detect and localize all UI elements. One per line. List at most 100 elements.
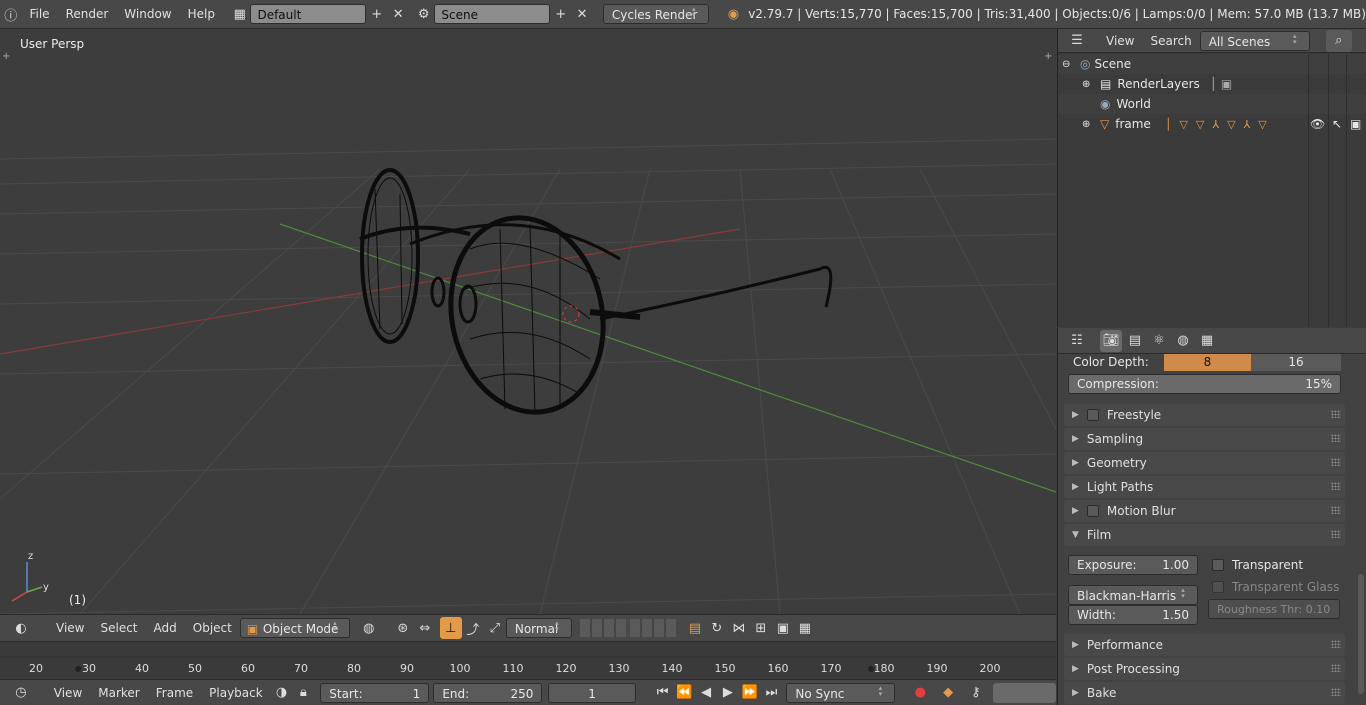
- drag-grip-icon[interactable]: [1331, 664, 1341, 672]
- lock-camera-icon[interactable]: ▤: [684, 617, 706, 639]
- scale-manipulator-icon[interactable]: ⤢: [484, 617, 506, 639]
- outliner-menu-search[interactable]: Search: [1142, 30, 1199, 52]
- drag-grip-icon[interactable]: [1331, 458, 1341, 466]
- keying-icon[interactable]: ⚷: [965, 682, 987, 704]
- render-still-icon[interactable]: ▣: [772, 617, 794, 639]
- film-panel-header[interactable]: ▼ Film: [1064, 524, 1345, 546]
- lock-range-icon[interactable]: 🔒︎: [292, 682, 314, 704]
- remove-layout-icon[interactable]: ✕: [387, 3, 408, 25]
- pivot-point-icon[interactable]: ⊛: [392, 617, 414, 639]
- vp-menu-select[interactable]: Select: [92, 617, 145, 639]
- timeline-editor-icon[interactable]: ◷: [10, 682, 32, 704]
- proportional-edit-icon[interactable]: ↻: [706, 617, 728, 639]
- exposure-field[interactable]: Exposure: 1.00: [1068, 555, 1198, 575]
- tl-menu-marker[interactable]: Marker: [90, 682, 147, 704]
- properties-expand-icon[interactable]: +: [1044, 51, 1052, 62]
- transparent-checkbox[interactable]: [1212, 559, 1224, 571]
- selectability-cursor-icon[interactable]: ↖: [1332, 117, 1342, 131]
- add-scene-icon[interactable]: +: [550, 3, 571, 25]
- render-tab-icon[interactable]: 📷︎: [1100, 329, 1122, 352]
- performance-panel-header[interactable]: ▶ Performance: [1064, 634, 1345, 656]
- color-depth-8-button[interactable]: 8: [1164, 354, 1251, 371]
- motion-blur-panel-header[interactable]: ▶ Motion Blur: [1064, 500, 1345, 522]
- scene-tab-icon[interactable]: ⚛: [1148, 330, 1170, 352]
- search-icon[interactable]: ⌕: [1325, 29, 1352, 52]
- vp-menu-add[interactable]: Add: [146, 617, 185, 639]
- tl-menu-playback[interactable]: Playback: [201, 682, 271, 704]
- texture-tab-icon[interactable]: ▦: [1196, 330, 1218, 352]
- add-layout-icon[interactable]: +: [366, 3, 387, 25]
- transform-orientation-select[interactable]: Normal: [505, 618, 572, 638]
- outliner-row-scene[interactable]: ⊖ ◎ Scene: [1058, 54, 1366, 74]
- render-layers-tab-icon[interactable]: ▤: [1124, 330, 1146, 352]
- menu-render[interactable]: Render: [58, 3, 117, 25]
- properties-scrollbar[interactable]: [1358, 574, 1364, 694]
- next-keyframe-icon[interactable]: ⏩: [739, 682, 761, 704]
- layers-grid-b[interactable]: [629, 619, 676, 637]
- viewport-shading-icon[interactable]: ◍: [358, 617, 380, 639]
- properties-editor-icon[interactable]: ☷: [1066, 330, 1088, 352]
- start-frame-field[interactable]: Start: 1: [320, 682, 430, 703]
- outliner-menu-view[interactable]: View: [1098, 30, 1142, 52]
- sync-mode-select[interactable]: No Sync: [786, 682, 896, 703]
- keying-set-field[interactable]: [992, 682, 1057, 703]
- drag-grip-icon[interactable]: [1331, 482, 1341, 490]
- motion-blur-checkbox[interactable]: [1086, 505, 1099, 517]
- info-editor-icon[interactable]: ⓘ: [0, 3, 21, 25]
- 3d-cursor[interactable]: [562, 305, 580, 323]
- outliner-editor-icon[interactable]: ☰: [1066, 30, 1088, 52]
- outliner-row-world[interactable]: ◉ World: [1058, 94, 1366, 114]
- record-icon[interactable]: ●: [909, 682, 931, 704]
- light-paths-panel-header[interactable]: ▶ Light Paths: [1064, 476, 1345, 498]
- geometry-panel-header[interactable]: ▶ Geometry: [1064, 452, 1345, 474]
- keyframe-icon[interactable]: ◆: [937, 682, 959, 704]
- play-icon[interactable]: ▶: [717, 682, 739, 704]
- scene-icon[interactable]: ⚙: [413, 3, 434, 25]
- tl-menu-view[interactable]: View: [46, 682, 90, 704]
- outliner-filter-select[interactable]: All Scenes: [1199, 30, 1310, 51]
- tl-menu-frame[interactable]: Frame: [148, 682, 201, 704]
- render-animation-icon[interactable]: ▦: [794, 617, 816, 639]
- drag-grip-icon[interactable]: [1331, 640, 1341, 648]
- expand-icon[interactable]: ⊕: [1082, 79, 1096, 90]
- remove-scene-icon[interactable]: ✕: [571, 3, 592, 25]
- drag-grip-icon[interactable]: [1331, 434, 1341, 442]
- editor-type-icon[interactable]: ◐: [10, 617, 32, 639]
- layout-name-field[interactable]: Default: [250, 4, 366, 24]
- render-engine-select[interactable]: Cycles Render: [602, 4, 709, 24]
- timeline-area[interactable]: 20 30 40 50 60 70 80 90 100 110 120 130 140 150 160 170…: [0, 641, 1056, 679]
- mode-select[interactable]: Object Mode ▣: [239, 618, 350, 638]
- menu-file[interactable]: File: [21, 3, 57, 25]
- roughness-threshold-field[interactable]: Roughness Thr: 0.10: [1208, 599, 1340, 619]
- collapse-icon[interactable]: ⊖: [1062, 59, 1076, 70]
- manipulator-icon[interactable]: ⇔: [414, 617, 436, 639]
- keying-set-icon[interactable]: ◑: [271, 682, 293, 704]
- freestyle-panel-header[interactable]: ▶ Freestyle: [1064, 404, 1345, 426]
- end-frame-field[interactable]: End: 250: [433, 682, 543, 703]
- drag-grip-icon[interactable]: [1331, 688, 1341, 696]
- freestyle-checkbox[interactable]: [1086, 409, 1099, 421]
- jump-start-icon[interactable]: ⏮: [652, 682, 674, 704]
- drag-grip-icon[interactable]: [1331, 410, 1341, 418]
- sampling-panel-header[interactable]: ▶ Sampling: [1064, 428, 1345, 450]
- prev-keyframe-icon[interactable]: ⏪: [673, 682, 695, 704]
- drag-grip-icon[interactable]: [1331, 530, 1341, 538]
- world-tab-icon[interactable]: ◍: [1172, 330, 1194, 352]
- transparent-glass-checkbox[interactable]: [1212, 581, 1224, 593]
- 3d-viewport[interactable]: z y User Persp (1) + +: [0, 29, 1056, 614]
- expand-icon[interactable]: ⊕: [1082, 119, 1096, 130]
- filter-width-field[interactable]: Width: 1.50: [1068, 605, 1198, 625]
- play-reverse-icon[interactable]: ◀: [695, 682, 717, 704]
- renderability-camera-icon[interactable]: ▣: [1350, 117, 1361, 131]
- pixel-filter-select[interactable]: Blackman-Harris: [1068, 585, 1198, 605]
- rotate-manipulator-icon[interactable]: ⤴: [462, 617, 484, 639]
- translate-manipulator-icon[interactable]: ⊥: [439, 617, 462, 639]
- menu-window[interactable]: Window: [116, 3, 179, 25]
- menu-help[interactable]: Help: [180, 3, 223, 25]
- jump-end-icon[interactable]: ⏭: [761, 682, 783, 704]
- visibility-eye-icon[interactable]: 👁︎: [1310, 117, 1325, 131]
- color-depth-16-button[interactable]: 16: [1251, 354, 1341, 371]
- drag-grip-icon[interactable]: [1331, 506, 1341, 514]
- outliner-row-frame[interactable]: ⊕ ▽ frame │▽▽⅄▽⅄▽ 👁︎ ↖ ▣: [1058, 114, 1366, 134]
- screen-layout-icon[interactable]: ▦: [229, 3, 250, 25]
